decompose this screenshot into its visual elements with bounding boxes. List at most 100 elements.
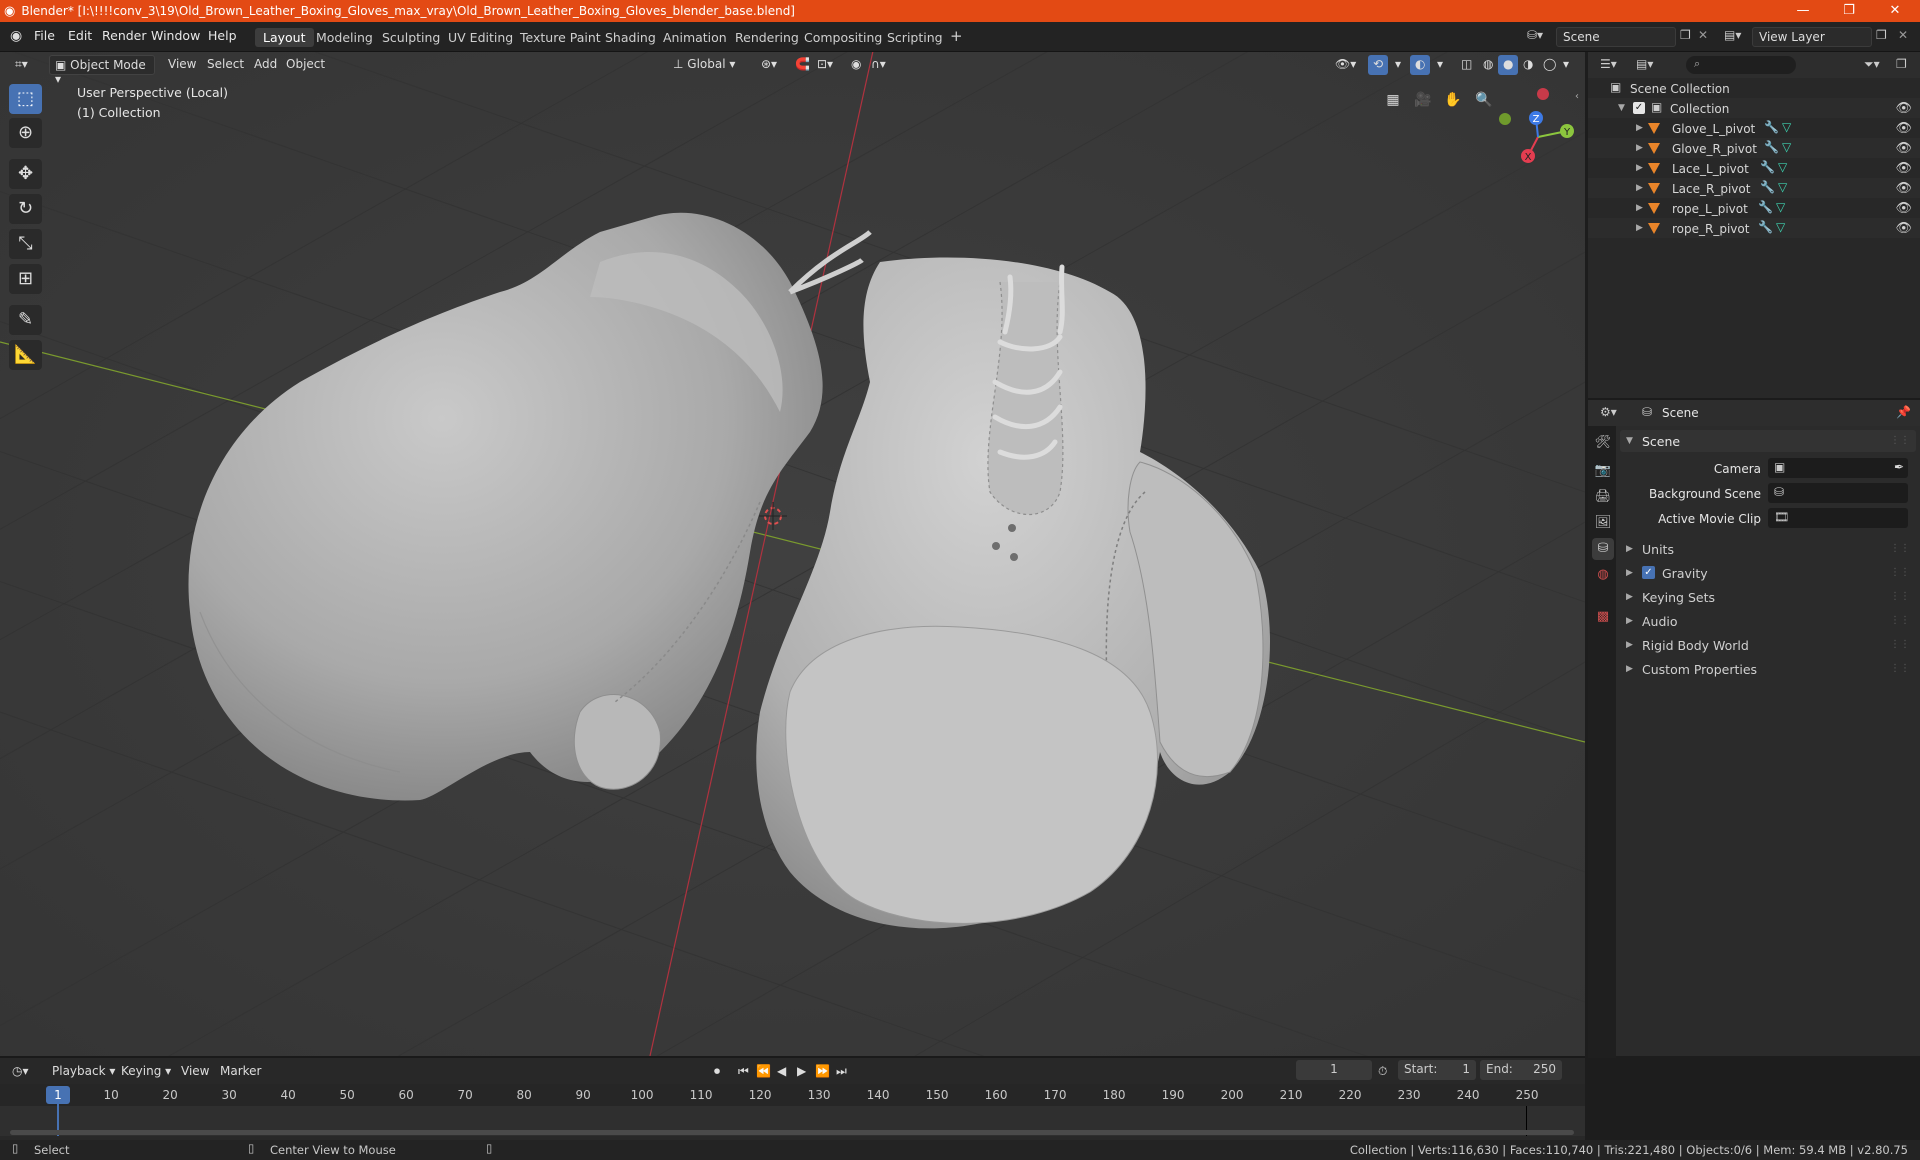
editor-type-icon[interactable]: ⌗▾ xyxy=(10,55,33,75)
timeline-scrollbar[interactable] xyxy=(10,1130,1574,1135)
wireframe-shading-icon[interactable]: ◍ xyxy=(1478,55,1498,75)
add-workspace-button[interactable]: + xyxy=(942,25,971,45)
active-movie-clip-field[interactable]: 🎞 xyxy=(1768,508,1908,528)
background-scene-field[interactable]: ⛁ xyxy=(1768,483,1908,503)
camera-view-icon[interactable]: 🎥 xyxy=(1411,88,1435,112)
drag-handle-icon[interactable]: ⋮⋮ xyxy=(1890,615,1910,626)
tab-texture-paint[interactable]: Texture Paint xyxy=(512,28,609,47)
tab-modeling[interactable]: Modeling xyxy=(308,28,381,47)
outliner-row-object[interactable]: ▶ Lace_L_pivot 🔧 ▽ 👁 xyxy=(1588,158,1920,178)
material-shading-icon[interactable]: ◑ xyxy=(1518,55,1538,75)
pan-view-icon[interactable]: ✋ xyxy=(1441,88,1465,112)
expand-icon[interactable]: ▶ xyxy=(1636,143,1643,153)
new-view-layer-icon[interactable]: ❐ xyxy=(1876,29,1887,41)
tab-scripting[interactable]: Scripting xyxy=(879,28,951,47)
visibility-icon[interactable]: 👁▾ xyxy=(1330,55,1361,75)
object-mode-dropdown[interactable]: ▣ Object Mode ▾ xyxy=(49,55,155,86)
expand-icon[interactable]: ▶ xyxy=(1636,223,1643,233)
drag-handle-icon[interactable]: ⋮⋮ xyxy=(1890,663,1910,674)
drag-handle-icon[interactable]: ⋮⋮ xyxy=(1890,591,1910,602)
menu-file[interactable]: File xyxy=(34,28,55,43)
eye-icon[interactable]: 👁 xyxy=(1895,101,1912,116)
rigid-body-world-panel[interactable]: ▶ Rigid Body World ⋮⋮ xyxy=(1620,634,1916,656)
3d-viewport[interactable]: X Y Z ⌗▾ ▣ Object Mode ▾ View Select Add… xyxy=(0,52,1585,1056)
shading-dropdown-icon[interactable]: ▾ xyxy=(1558,55,1574,75)
keying-sets-panel[interactable]: ▶ Keying Sets ⋮⋮ xyxy=(1620,586,1916,608)
view-layer-tab-icon[interactable]: 🖼 xyxy=(1592,512,1614,534)
pin-icon[interactable]: 📌 xyxy=(1896,406,1911,418)
scene-field[interactable]: Scene xyxy=(1556,27,1676,47)
expand-icon[interactable]: ▶ xyxy=(1636,203,1643,213)
outliner-row-collection[interactable]: ▼ ✓ ▣ Collection 👁 xyxy=(1588,98,1920,118)
menu-edit[interactable]: Edit xyxy=(68,28,92,43)
viewport-scene[interactable]: X Y Z xyxy=(0,52,1585,1056)
collapse-icon[interactable]: ▼ xyxy=(1626,436,1633,446)
overlay-toggle-icon[interactable]: ◐ xyxy=(1410,55,1431,75)
scale-tool[interactable]: ⤡ xyxy=(9,229,42,259)
cursor-tool[interactable]: ⊕ xyxy=(9,118,42,148)
tab-compositing[interactable]: Compositing xyxy=(796,28,890,47)
eye-icon[interactable]: 👁 xyxy=(1895,221,1912,236)
drag-handle-icon[interactable]: ⋮⋮ xyxy=(1890,543,1910,554)
menu-window[interactable]: Window xyxy=(151,28,200,43)
toggle-grid-icon[interactable]: ▦ xyxy=(1381,88,1405,112)
falloff-icon[interactable]: ∩▾ xyxy=(866,55,891,75)
drag-handle-icon[interactable]: ⋮⋮ xyxy=(1890,639,1910,650)
expand-icon[interactable]: ▶ xyxy=(1626,664,1633,674)
gravity-panel[interactable]: ▶ ✓ Gravity ⋮⋮ xyxy=(1620,562,1916,584)
menu-render[interactable]: Render xyxy=(102,28,147,43)
delete-view-layer-icon[interactable]: ✕ xyxy=(1898,29,1908,41)
expand-icon[interactable]: ▶ xyxy=(1626,592,1633,602)
audio-panel[interactable]: ▶ Audio ⋮⋮ xyxy=(1620,610,1916,632)
overlay-dropdown-icon[interactable]: ▾ xyxy=(1432,55,1448,75)
expand-icon[interactable]: ▶ xyxy=(1636,183,1643,193)
new-collection-icon[interactable]: ❐ xyxy=(1896,58,1907,70)
rotate-tool[interactable]: ↻ xyxy=(9,194,42,224)
move-tool[interactable]: ✥ xyxy=(9,159,42,189)
tool-tab-icon[interactable]: 🛠 xyxy=(1592,432,1614,454)
output-tab-icon[interactable]: 🖨 xyxy=(1592,486,1614,508)
tab-layout[interactable]: Layout xyxy=(255,28,314,47)
menu-object[interactable]: Object xyxy=(281,55,330,75)
gizmo-toggle-icon[interactable]: ⟲ xyxy=(1368,55,1389,75)
outliner-search-input[interactable]: ⌕ xyxy=(1686,56,1796,74)
solid-shading-icon[interactable]: ● xyxy=(1498,55,1519,75)
zoom-view-icon[interactable]: 🔍 xyxy=(1472,88,1496,112)
tab-shading[interactable]: Shading xyxy=(597,28,664,47)
tab-animation[interactable]: Animation xyxy=(655,28,735,47)
filter-icon[interactable]: ⏷▾ xyxy=(1864,58,1880,70)
outliner-row-object[interactable]: ▶ Glove_R_pivot 🔧 ▽ 👁 xyxy=(1588,138,1920,158)
select-box-tool[interactable]: ⬚ xyxy=(9,84,42,114)
minimize-icon[interactable]: — xyxy=(1780,0,1826,22)
blender-menu-icon[interactable]: ◉ xyxy=(10,29,22,43)
new-scene-icon[interactable]: ❐ xyxy=(1680,29,1691,41)
collection-checkbox[interactable]: ✓ xyxy=(1633,102,1645,114)
view-layer-browse-icon[interactable]: ▤▾ xyxy=(1724,29,1741,41)
drag-handle-icon[interactable]: ⋮⋮ xyxy=(1890,567,1910,578)
xray-icon[interactable]: ◫ xyxy=(1456,55,1477,75)
expand-icon[interactable]: ▶ xyxy=(1626,544,1633,554)
scene-browse-icon[interactable]: ⛁▾ xyxy=(1527,29,1543,41)
transform-tool[interactable]: ⊞ xyxy=(9,264,42,294)
transform-orientation-dropdown[interactable]: ⊥ Global ▾ xyxy=(668,55,740,75)
collapse-icon[interactable]: ▼ xyxy=(1618,103,1625,113)
expand-icon[interactable]: ▶ xyxy=(1626,568,1633,578)
pivot-point-icon[interactable]: ⊛▾ xyxy=(756,55,782,75)
view-layer-field[interactable]: View Layer xyxy=(1752,27,1872,47)
menu-help[interactable]: Help xyxy=(208,28,237,43)
gravity-checkbox[interactable]: ✓ xyxy=(1642,566,1655,579)
eye-icon[interactable]: 👁 xyxy=(1895,141,1912,156)
menu-add[interactable]: Add xyxy=(249,55,282,75)
expand-icon[interactable]: ▶ xyxy=(1626,640,1633,650)
delete-scene-icon[interactable]: ✕ xyxy=(1698,29,1708,41)
expand-icon[interactable]: ▶ xyxy=(1626,616,1633,626)
tab-sculpting[interactable]: Sculpting xyxy=(374,28,448,47)
texture-tab-icon[interactable]: ▩ xyxy=(1592,606,1614,628)
expand-icon[interactable]: ▶ xyxy=(1636,123,1643,133)
units-panel[interactable]: ▶ Units ⋮⋮ xyxy=(1620,538,1916,560)
world-tab-icon[interactable]: ◍ xyxy=(1592,564,1614,586)
outliner-row-object[interactable]: ▶ rope_R_pivot 🔧 ▽ 👁 xyxy=(1588,218,1920,238)
proportional-edit-icon[interactable]: ◉ xyxy=(846,55,866,75)
outliner-row-object[interactable]: ▶ rope_L_pivot 🔧 ▽ 👁 xyxy=(1588,198,1920,218)
menu-view[interactable]: View xyxy=(163,55,201,75)
